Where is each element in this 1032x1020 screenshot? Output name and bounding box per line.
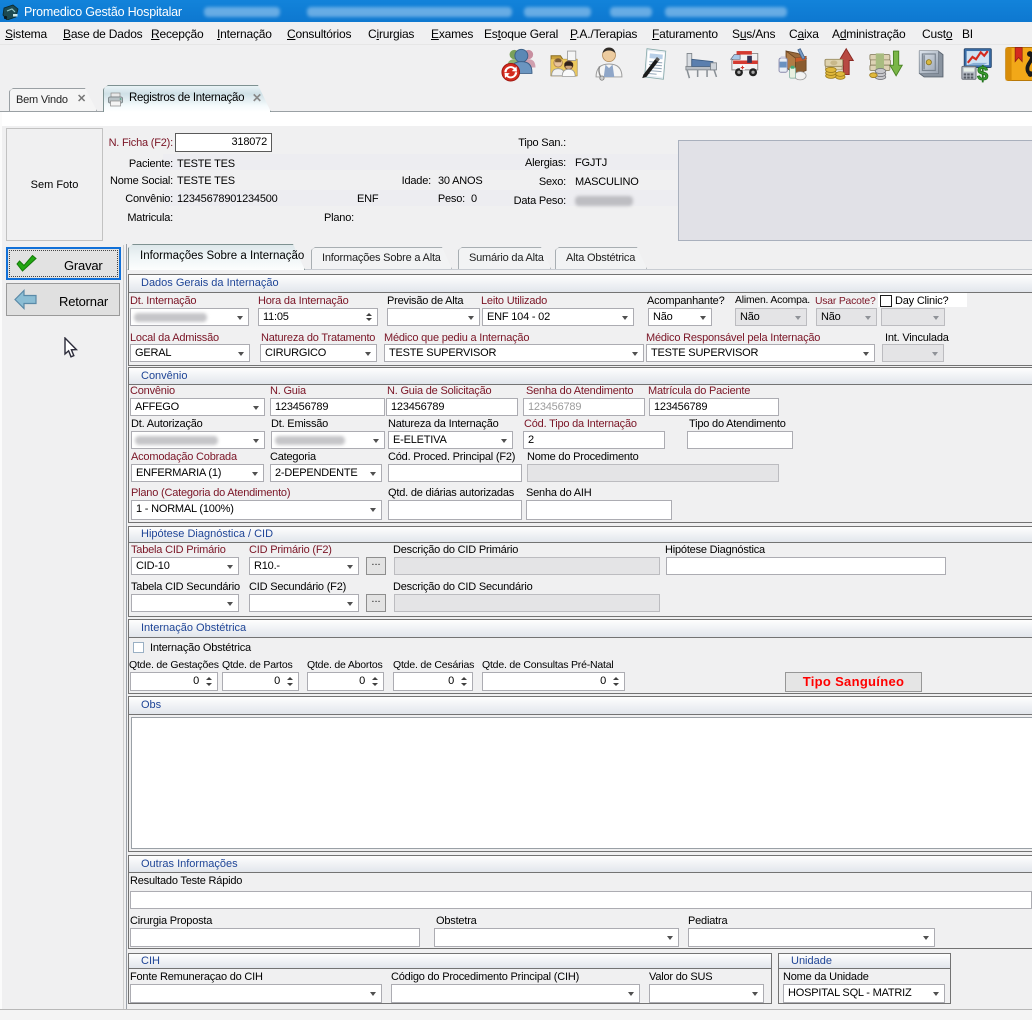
svg-text:$: $ (977, 63, 988, 84)
